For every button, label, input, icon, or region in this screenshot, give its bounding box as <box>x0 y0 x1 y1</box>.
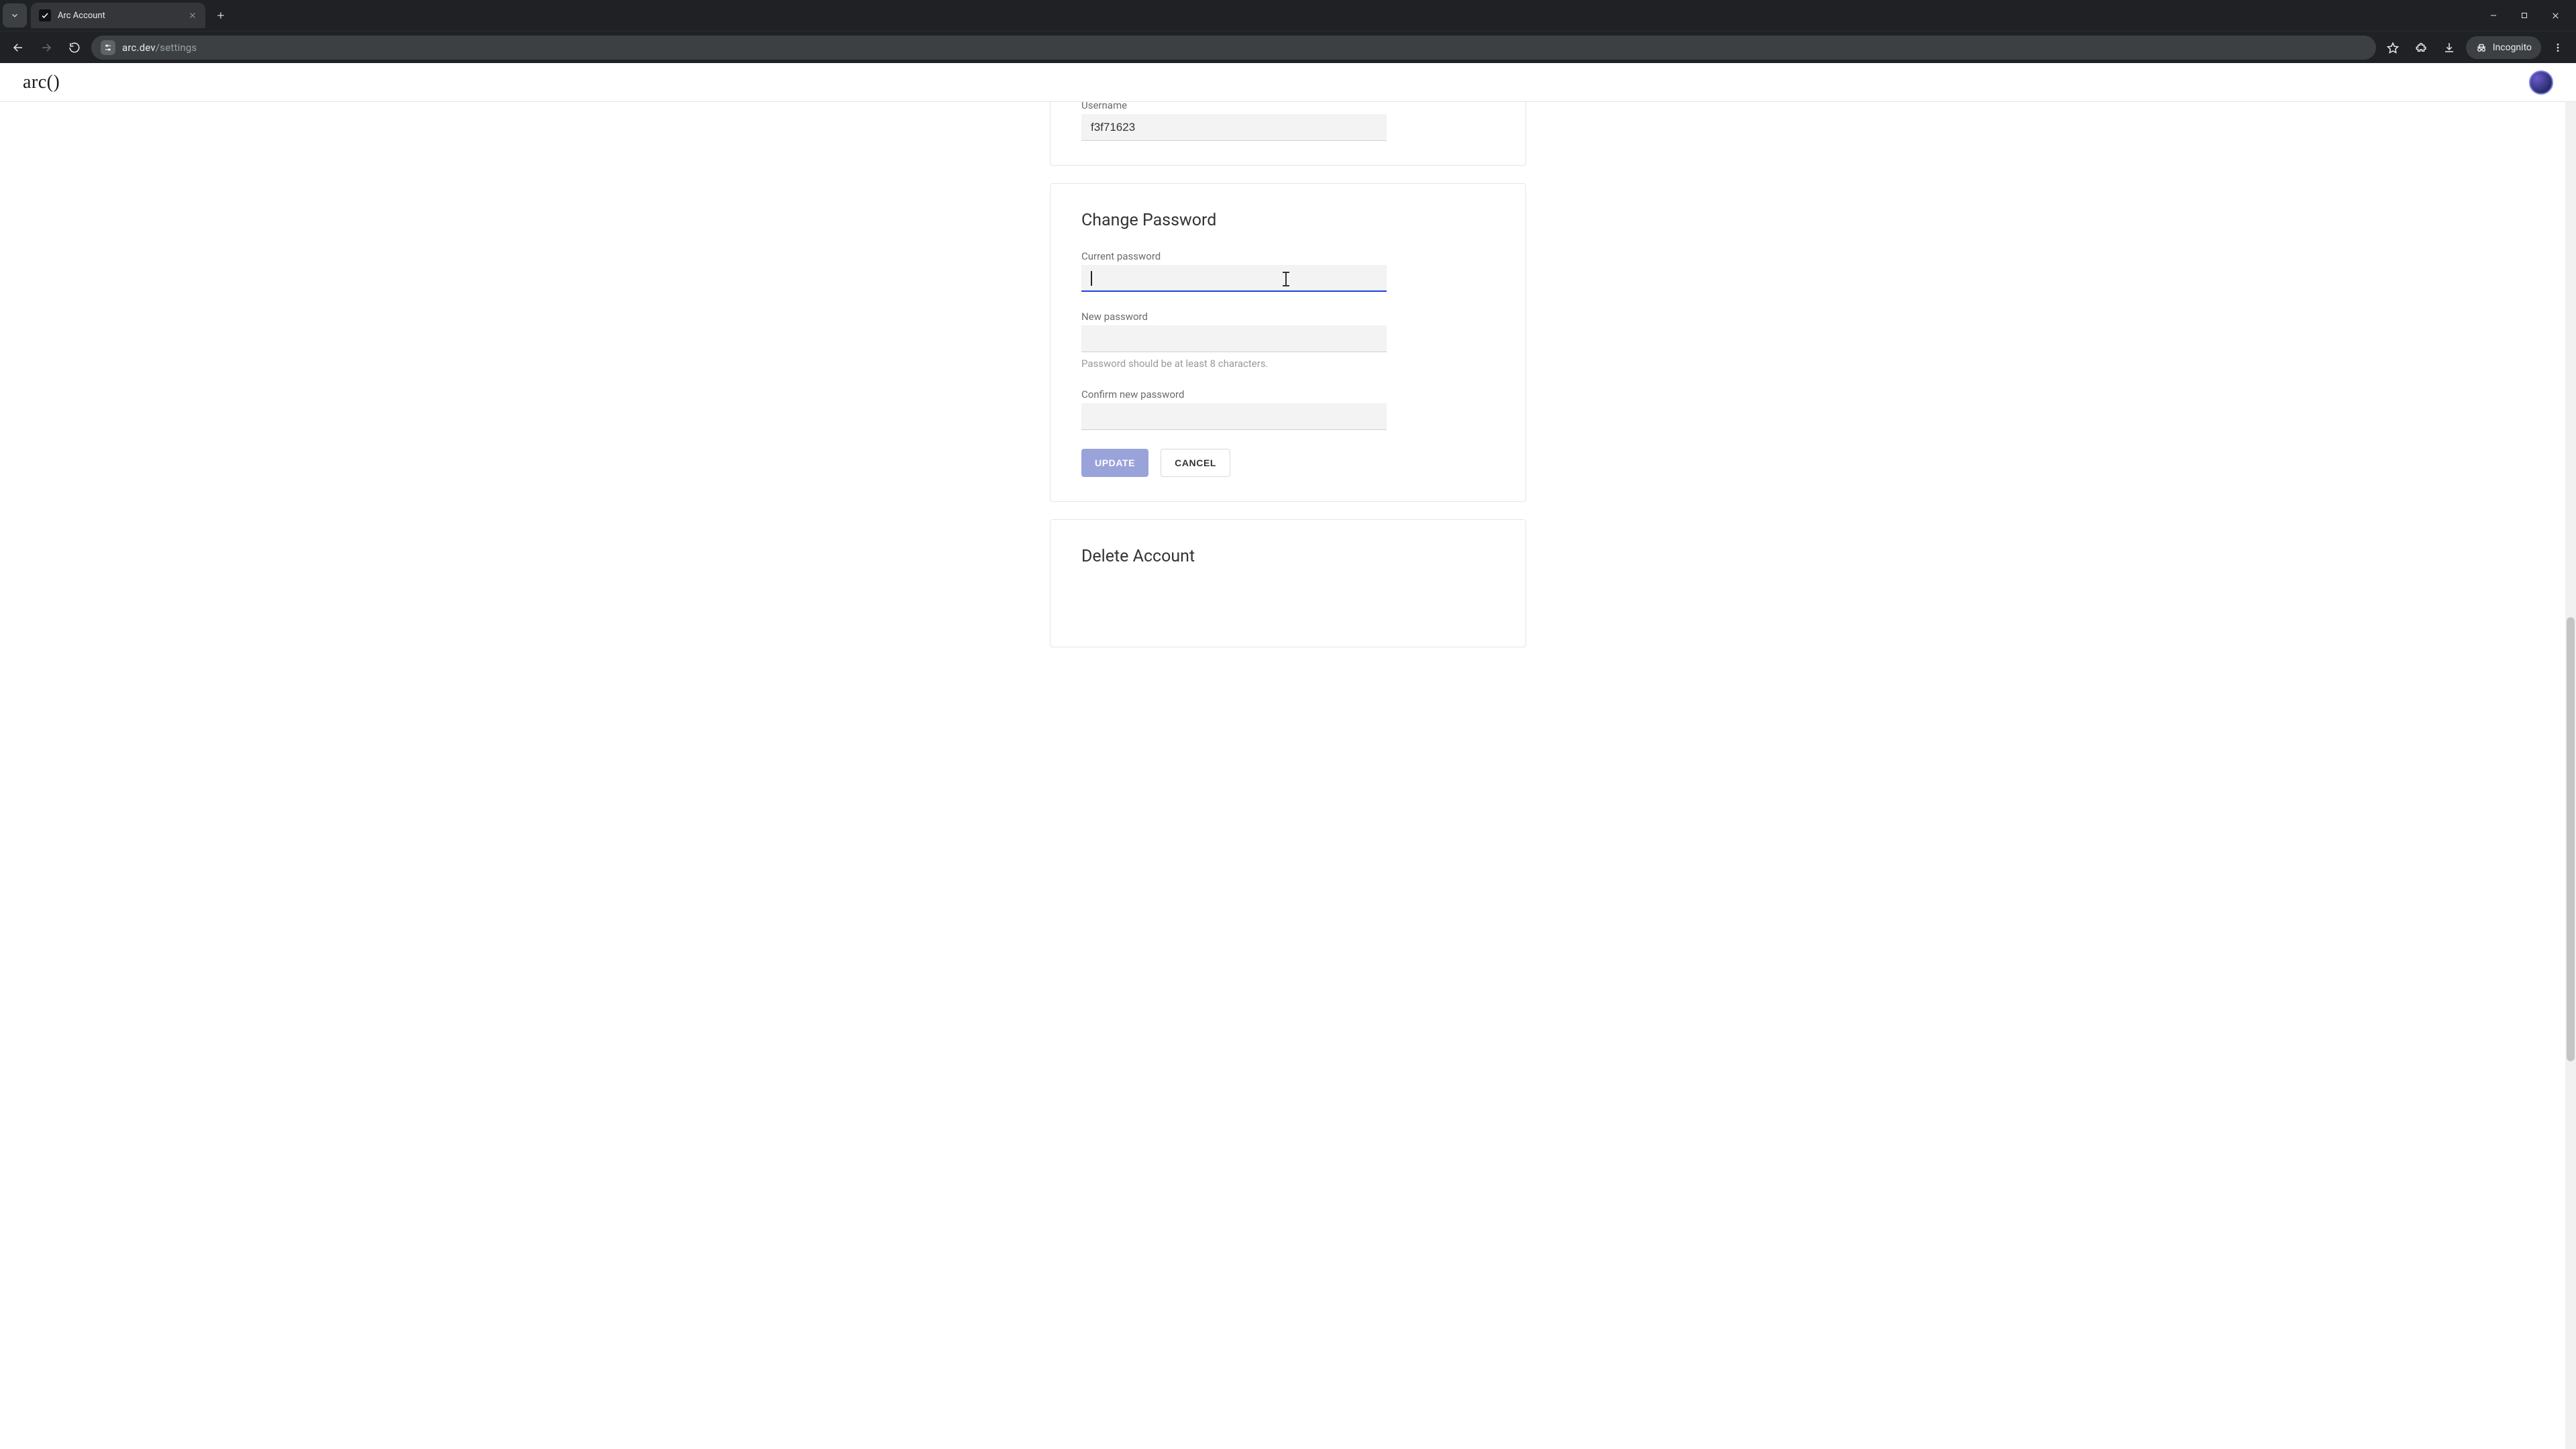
window-maximize-button[interactable] <box>2509 3 2540 28</box>
reload-icon <box>68 42 80 54</box>
username-field[interactable] <box>1081 114 1387 141</box>
site-header: arc() <box>0 63 2576 102</box>
puzzle-icon <box>2415 42 2427 54</box>
page-scroll[interactable]: arc() Username Change Password Current p… <box>0 63 2576 1449</box>
new-tab-button[interactable] <box>211 5 231 25</box>
plus-icon <box>216 11 225 20</box>
close-icon <box>2551 11 2560 20</box>
minimize-icon <box>2489 11 2498 19</box>
tab-strip: Arc Account <box>0 0 2576 31</box>
delete-account-card: Delete Account <box>1050 519 1526 647</box>
back-button[interactable] <box>7 36 30 59</box>
page-viewport: arc() Username Change Password Current p… <box>0 63 2576 1449</box>
text-caret <box>1091 271 1092 286</box>
close-icon <box>189 11 197 19</box>
profile-avatar[interactable] <box>2529 70 2553 95</box>
download-icon <box>2443 42 2455 54</box>
tab-close-button[interactable] <box>186 9 199 21</box>
new-password-helper: Password should be at least 8 characters… <box>1081 358 1495 370</box>
settings-content: Username Change Password Current passwor… <box>0 102 2576 701</box>
username-card: Username <box>1050 99 1526 166</box>
kebab-icon <box>2553 42 2563 53</box>
page-scrollbar[interactable] <box>2565 63 2576 1449</box>
confirm-password-label: Confirm new password <box>1081 388 1495 400</box>
maximize-icon <box>2520 11 2528 19</box>
change-password-card: Change Password Current password New pas… <box>1050 183 1526 502</box>
window-minimize-button[interactable] <box>2478 3 2509 28</box>
downloads-button[interactable] <box>2438 36 2461 59</box>
reload-button[interactable] <box>63 36 86 59</box>
forward-button[interactable] <box>35 36 58 59</box>
window-close-button[interactable] <box>2540 3 2571 28</box>
new-password-input[interactable] <box>1081 325 1387 352</box>
tab-search-button[interactable] <box>3 3 27 28</box>
browser-menu-button[interactable] <box>2546 36 2569 59</box>
url-path: /settings <box>156 42 197 54</box>
tab-title: Arc Account <box>58 11 180 21</box>
tune-icon <box>103 43 113 52</box>
window-controls <box>2478 3 2571 28</box>
confirm-password-field-wrap: Confirm new password <box>1081 388 1495 430</box>
star-icon <box>2387 42 2399 54</box>
update-button[interactable]: UPDATE <box>1081 449 1148 477</box>
browser-tab[interactable]: Arc Account <box>31 3 205 28</box>
site-info-button[interactable] <box>101 40 115 55</box>
url-host: arc.dev <box>122 42 156 54</box>
incognito-chip[interactable]: Incognito <box>2466 36 2541 59</box>
tab-favicon <box>39 9 51 21</box>
confirm-password-input[interactable] <box>1081 403 1387 430</box>
new-password-field-wrap: New password Password should be at least… <box>1081 311 1495 370</box>
current-password-label: Current password <box>1081 250 1495 262</box>
address-bar[interactable]: arc.dev/settings <box>91 36 2376 60</box>
arrow-right-icon <box>40 42 52 54</box>
current-password-field-wrap: Current password <box>1081 250 1495 292</box>
incognito-label: Incognito <box>2493 42 2532 53</box>
check-icon <box>41 11 49 19</box>
chevron-down-icon <box>10 11 19 20</box>
settings-column: Username Change Password Current passwor… <box>1050 102 1526 647</box>
browser-chrome: Arc Account <box>0 0 2576 63</box>
current-password-input[interactable] <box>1081 265 1387 292</box>
new-password-label: New password <box>1081 311 1495 323</box>
site-logo[interactable]: arc() <box>23 72 60 93</box>
bookmark-button[interactable] <box>2381 36 2404 59</box>
extensions-button[interactable] <box>2410 36 2432 59</box>
arrow-left-icon <box>12 42 24 54</box>
change-password-title: Change Password <box>1081 211 1495 230</box>
delete-account-title: Delete Account <box>1081 547 1495 566</box>
cancel-button[interactable]: CANCEL <box>1161 449 1230 477</box>
browser-toolbar: arc.dev/settings Incognito <box>0 31 2576 63</box>
incognito-icon <box>2475 42 2487 54</box>
change-password-actions: UPDATE CANCEL <box>1081 449 1495 477</box>
url-text: arc.dev/settings <box>122 42 197 54</box>
scrollbar-thumb[interactable] <box>2567 617 2575 1061</box>
